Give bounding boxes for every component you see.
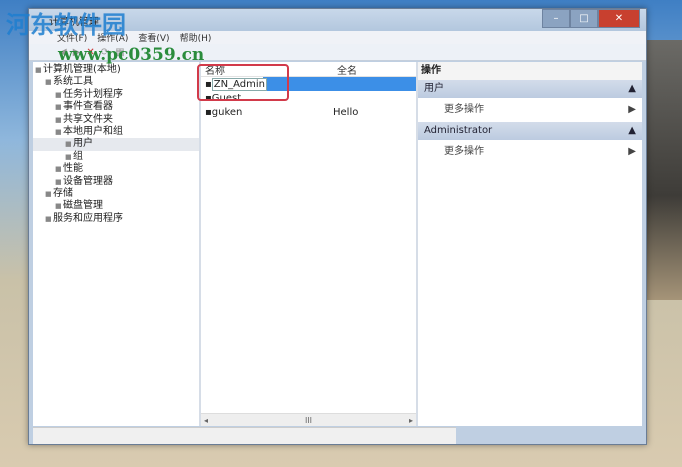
tree-item-label: 任务计划程序 — [63, 88, 123, 100]
tree-item-label: 共享文件夹 — [63, 113, 113, 125]
group-title: 用户 — [424, 83, 444, 94]
tree-item[interactable]: ■组 — [33, 151, 199, 163]
submenu-arrow-icon: ▶ — [628, 146, 636, 157]
tree-item-label: 存储 — [53, 187, 73, 199]
more-actions-administrator[interactable]: 更多操作 ▶ — [418, 140, 642, 164]
submenu-arrow-icon: ▶ — [628, 104, 636, 115]
node-icon: ■ — [45, 214, 52, 223]
horizontal-scrollbar[interactable]: ◂ III ▸ — [201, 413, 416, 426]
node-icon: ■ — [45, 189, 52, 198]
node-icon: ■ — [55, 103, 62, 112]
scroll-thumb[interactable]: III — [305, 416, 312, 425]
close-button[interactable]: ✕ — [598, 9, 640, 28]
node-icon: ■ — [55, 202, 62, 211]
tree-item[interactable]: ■任务计划程序 — [33, 89, 199, 101]
tree-item[interactable]: ■用户 — [33, 138, 199, 151]
tree-item[interactable]: ■计算机管理(本地) — [33, 64, 199, 76]
tree-item-label: 服务和应用程序 — [53, 212, 123, 224]
node-icon: ■ — [55, 115, 62, 124]
tree-item[interactable]: ■系统工具 — [33, 76, 199, 88]
fullname-cell: Hello — [333, 106, 359, 118]
navigation-tree: ■计算机管理(本地) ■系统工具 ■任务计划程序 ■事件查看器 ■共享文件夹 ■本地用户和… — [33, 62, 199, 426]
tree-item[interactable]: ■存储 — [33, 188, 199, 200]
tree-item-label: 计算机管理(本地) — [43, 64, 121, 75]
node-icon: ■ — [65, 140, 72, 149]
tree-item[interactable]: ■事件查看器 — [33, 101, 199, 113]
minimize-button[interactable]: – — [542, 9, 570, 28]
action-group-administrator[interactable]: Administrator ▲ — [418, 122, 642, 140]
action-group-users[interactable]: 用户 ▲ — [418, 80, 642, 98]
name-cell: guken — [211, 106, 243, 118]
scroll-right-icon[interactable]: ▸ — [409, 416, 413, 425]
menu-help[interactable]: 帮助(H) — [180, 31, 212, 44]
list-row[interactable]: ▪guken Hello — [201, 105, 416, 119]
highlight-box — [197, 64, 289, 101]
user-list: 名称 全名 ▪ ZN_Admin ▪Guest ▪guken Hello ◂ III ▸ — [197, 62, 416, 426]
watermark-url: www.pc0359.cn — [58, 45, 205, 65]
item-label: 更多操作 — [444, 104, 484, 115]
tree-item[interactable]: ■性能 — [33, 163, 199, 175]
collapse-icon[interactable]: ▲ — [628, 80, 636, 98]
tree-item[interactable]: ■设备管理器 — [33, 176, 199, 188]
more-actions-users[interactable]: 更多操作 ▶ — [418, 98, 642, 122]
node-icon: ■ — [55, 165, 62, 174]
node-icon: ■ — [55, 90, 62, 99]
actions-header: 操作 — [418, 62, 642, 80]
group-title: Administrator — [424, 125, 493, 136]
tree-item[interactable]: ■本地用户和组 — [33, 126, 199, 138]
tree-item-label: 设备管理器 — [63, 175, 113, 187]
watermark-logo: 河东软件园 — [6, 11, 126, 39]
scroll-left-icon[interactable]: ◂ — [204, 416, 208, 425]
column-fullname[interactable]: 全名 — [333, 62, 357, 77]
node-icon: ■ — [45, 78, 52, 87]
node-icon: ■ — [55, 177, 62, 186]
menu-view[interactable]: 查看(V) — [138, 31, 169, 44]
tree-item[interactable]: ■磁盘管理 — [33, 200, 199, 212]
tree-item-label: 用户 — [73, 138, 93, 150]
node-icon: ■ — [55, 127, 62, 136]
user-icon: ▪ — [205, 106, 212, 118]
tree-item-label: 组 — [73, 150, 83, 162]
tree-item-label: 磁盘管理 — [63, 200, 103, 212]
tree-item[interactable]: ■共享文件夹 — [33, 114, 199, 126]
node-icon: ■ — [65, 152, 72, 161]
actions-pane: 操作 用户 ▲ 更多操作 ▶ Administrator ▲ 更多操作 ▶ — [418, 62, 642, 426]
collapse-icon[interactable]: ▲ — [628, 122, 636, 140]
status-bar — [33, 427, 456, 444]
tree-item-label: 事件查看器 — [63, 101, 113, 113]
tree-item-label: 本地用户和组 — [63, 125, 123, 137]
tree-item-label: 性能 — [63, 163, 83, 175]
desktop-wallpaper — [642, 40, 682, 300]
item-label: 更多操作 — [444, 146, 484, 157]
node-icon: ■ — [35, 66, 42, 74]
tree-item-label: 系统工具 — [53, 76, 93, 88]
tree-item[interactable]: ■服务和应用程序 — [33, 213, 199, 225]
maximize-button[interactable]: □ — [570, 9, 598, 28]
computer-management-window: 计算机管理 – □ ✕ 文件(F) 操作(A) 查看(V) 帮助(H) ◀ ▶ ✕ ⟳ ▦ ■计算… — [28, 8, 647, 445]
